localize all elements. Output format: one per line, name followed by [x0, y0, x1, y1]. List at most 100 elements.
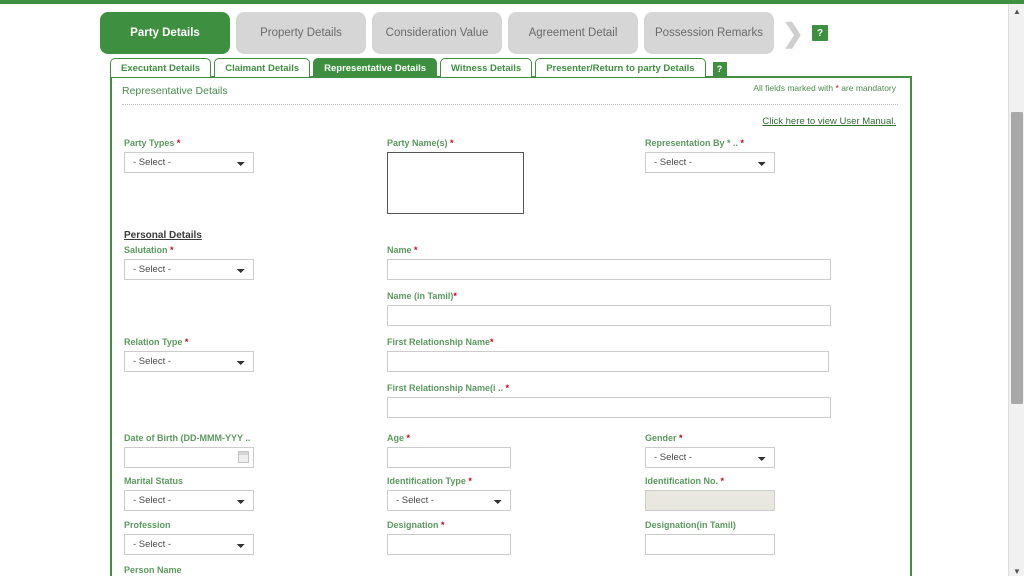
required-star: * — [441, 520, 445, 530]
step-possession-remarks[interactable]: Possession Remarks — [644, 12, 774, 54]
step-consideration-value[interactable]: Consideration Value — [372, 12, 502, 54]
field-marital-status: Marital Status - Select - — [124, 476, 254, 511]
representation-by-select[interactable]: - Select - — [645, 152, 775, 173]
label-person-name: Person Name — [124, 565, 254, 575]
scroll-up-icon[interactable]: ▲ — [1009, 4, 1024, 20]
first-relationship-name-tamil-input[interactable] — [387, 397, 831, 418]
tab-label: Presenter/Return to party Details — [546, 62, 695, 74]
step-property-details[interactable]: Property Details — [236, 12, 366, 54]
scrollbar-thumb[interactable] — [1011, 112, 1023, 404]
label-relation-type: Relation Type * — [124, 337, 254, 347]
label-text: Salutation — [124, 245, 171, 255]
label-text: Gender — [645, 433, 680, 443]
label-first-relationship-name-tamil: First Relationship Name(i .. * — [387, 383, 831, 393]
gender-select[interactable]: - Select - — [645, 447, 775, 468]
required-star: * — [184, 337, 189, 347]
party-types-select[interactable]: - Select - — [124, 152, 254, 173]
identification-no-input[interactable] — [645, 490, 775, 511]
label-designation-tamil: Designation(in Tamil) — [645, 520, 775, 530]
user-manual-link[interactable]: Click here to view User Manual. — [762, 116, 896, 127]
required-star: * — [740, 138, 745, 148]
label-text: First Relationship Name — [387, 337, 491, 347]
step-label: Possession Remarks — [654, 27, 763, 39]
step-label: Property Details — [260, 27, 342, 39]
name-input[interactable] — [387, 259, 831, 280]
tab-label: Claimant Details — [225, 62, 300, 74]
name-tamil-input[interactable] — [387, 305, 831, 326]
required-star: * — [720, 476, 725, 486]
field-profession: Profession - Select - — [124, 520, 254, 555]
tab-witness-details[interactable]: Witness Details — [440, 58, 533, 77]
help-icon[interactable]: ? — [812, 25, 828, 41]
label-age: Age * — [387, 433, 511, 443]
required-star: * — [414, 245, 418, 255]
field-first-relationship-name-tamil: First Relationship Name(i .. * — [387, 383, 831, 418]
header-divider — [122, 104, 898, 105]
step-label: Consideration Value — [385, 27, 489, 39]
label-identification-no: Identification No. * — [645, 476, 775, 486]
label-first-relationship-name: First Relationship Name* — [387, 337, 829, 347]
designation-input[interactable] — [387, 534, 511, 555]
representative-details-panel: Representative Details All fields marked… — [110, 76, 912, 576]
scroll-down-icon[interactable]: ▼ — [1009, 564, 1024, 576]
mandatory-suffix: are mandatory — [838, 83, 896, 93]
label-text: Person Name — [124, 565, 182, 575]
tab-executant-details[interactable]: Executant Details — [110, 58, 212, 77]
relation-type-select[interactable]: - Select - — [124, 351, 254, 372]
required-star: * — [406, 433, 411, 443]
step-agreement-detail[interactable]: Agreement Detail — [508, 12, 638, 54]
first-relationship-name-input[interactable] — [387, 351, 829, 372]
mandatory-note: All fields marked with * are mandatory — [753, 83, 896, 93]
field-name: Name * — [387, 245, 831, 280]
tab-representative-details[interactable]: Representative Details — [313, 58, 438, 77]
label-text: Identification Type — [387, 476, 469, 486]
label-text: Designation — [387, 520, 442, 530]
label-party-names: Party Name(s) * — [387, 138, 524, 148]
field-relation-type: Relation Type * - Select - — [124, 337, 254, 372]
label-identification-type: Identification Type * — [387, 476, 511, 486]
required-star: * — [505, 383, 510, 393]
age-input[interactable] — [387, 447, 511, 468]
step-label: Agreement Detail — [528, 27, 618, 39]
application-page: Party Details Property Details Considera… — [0, 0, 1024, 576]
field-gender: Gender * - Select - — [645, 433, 775, 468]
date-of-birth-input[interactable] — [124, 447, 254, 468]
label-text: Identification No. — [645, 476, 721, 486]
required-star: * — [679, 433, 683, 443]
field-name-tamil: Name (in Tamil)* — [387, 291, 831, 326]
wizard-steps: Party Details Property Details Considera… — [100, 12, 828, 54]
calendar-icon[interactable] — [238, 451, 249, 463]
label-text: Age — [387, 433, 407, 443]
required-star: * — [453, 291, 457, 301]
required-star: * — [170, 245, 174, 255]
label-designation: Designation * — [387, 520, 511, 530]
identification-type-select[interactable]: - Select - — [387, 490, 511, 511]
field-identification-no: Identification No. * — [645, 476, 775, 511]
label-date-of-birth: Date of Birth (DD-MMM-YYY .. — [124, 433, 254, 443]
field-date-of-birth: Date of Birth (DD-MMM-YYY .. — [124, 433, 254, 468]
date-of-birth-wrapper — [124, 447, 254, 468]
label-text: Designation(in Tamil) — [645, 520, 736, 530]
party-names-textarea[interactable] — [387, 152, 524, 214]
salutation-select[interactable]: - Select - — [124, 259, 254, 280]
mandatory-prefix: All fields marked with — [753, 83, 836, 93]
tab-help-icon[interactable]: ? — [712, 62, 727, 76]
tab-presenter-return-to-party-details[interactable]: Presenter/Return to party Details — [535, 58, 706, 77]
page-title: Representative Details — [122, 85, 228, 97]
vertical-scrollbar[interactable]: ▲ ▼ — [1008, 4, 1024, 576]
designation-tamil-input[interactable] — [645, 534, 775, 555]
section-title-personal-details: Personal Details — [124, 230, 202, 241]
label-gender: Gender * — [645, 433, 775, 443]
sub-tab-bar: Executant Details Claimant Details Repre… — [110, 58, 727, 77]
tab-claimant-details[interactable]: Claimant Details — [214, 58, 311, 77]
label-salutation: Salutation * — [124, 245, 254, 255]
marital-status-select[interactable]: - Select - — [124, 490, 254, 511]
field-person-name: Person Name — [124, 565, 254, 576]
label-text: Name — [387, 245, 415, 255]
field-salutation: Salutation * - Select - — [124, 245, 254, 280]
tab-label: Representative Details — [324, 62, 427, 74]
field-age: Age * — [387, 433, 511, 468]
step-party-details[interactable]: Party Details — [100, 12, 230, 54]
field-party-names: Party Name(s) * — [387, 138, 524, 219]
profession-select[interactable]: - Select - — [124, 534, 254, 555]
